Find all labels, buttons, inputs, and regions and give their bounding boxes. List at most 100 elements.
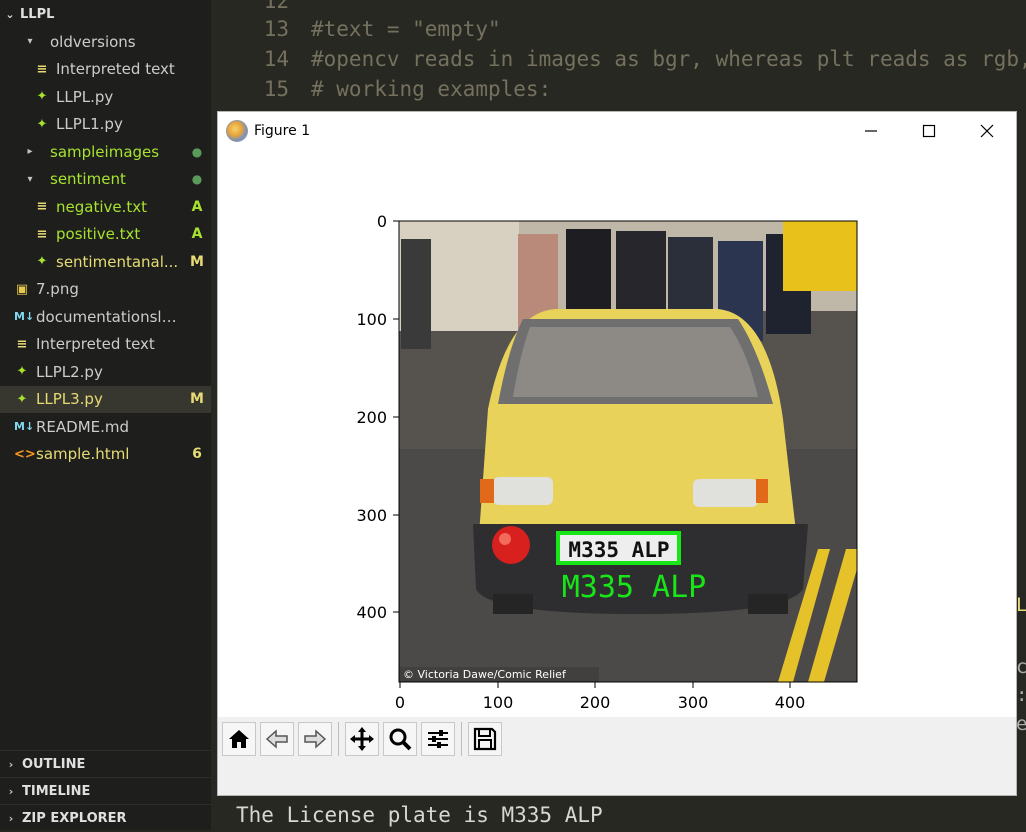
x-tick-label: 200 <box>580 693 611 712</box>
timeline-section[interactable]: › TIMELINE <box>0 777 211 805</box>
tree-item-label: LLPL.py <box>56 87 114 106</box>
git-status-badge: A <box>191 226 203 242</box>
chevron-down-icon[interactable]: ▾ <box>24 36 36 47</box>
y-tick-label: 400 <box>356 603 387 622</box>
x-axis: 0 100 200 300 400 <box>395 682 805 712</box>
zip-explorer-label: ZIP EXPLORER <box>22 811 127 826</box>
tree-item-label: LLPL3.py <box>36 390 103 408</box>
git-status-badge: A <box>191 198 203 215</box>
y-tick-label: 100 <box>356 310 387 329</box>
detected-plate-text: M335 ALP <box>562 570 707 605</box>
git-status-badge: M <box>190 391 204 407</box>
tree-item-label: sample.html <box>36 445 130 463</box>
python-icon: ✦ <box>36 89 48 104</box>
zip-explorer-section[interactable]: › ZIP EXPLORER <box>0 804 211 832</box>
tree-item-label: Interpreted text <box>36 335 155 353</box>
git-status-badge: ● <box>191 144 203 159</box>
tree-file[interactable]: <> sample.html 6 <box>0 441 211 468</box>
maximize-button[interactable] <box>900 112 958 149</box>
chevron-down-icon[interactable]: ▾ <box>24 174 36 185</box>
tree-folder[interactable]: ▸ sampleimages ● <box>0 138 211 165</box>
close-button[interactable] <box>958 112 1016 149</box>
plot-area[interactable]: M335 ALP M335 ALP © Victoria Dawe/Comic … <box>218 149 1016 716</box>
tree-file[interactable]: M↓ README.md <box>0 413 211 440</box>
tree-file[interactable]: ≡ Interpreted text <box>0 56 211 83</box>
tree-item-label: LLPL1.py <box>56 115 123 133</box>
edge-char: c <box>1016 656 1026 678</box>
line-number: 12 <box>263 0 289 13</box>
toolbar-separator <box>338 722 339 756</box>
zoom-button[interactable] <box>383 722 417 756</box>
chevron-right-icon: › <box>8 812 14 825</box>
tree-folder[interactable]: ▾ sentiment ● <box>0 166 211 193</box>
edge-char: : <box>1016 684 1026 706</box>
y-tick-label: 0 <box>377 212 387 231</box>
maximize-icon <box>922 124 936 137</box>
outline-section[interactable]: › OUTLINE <box>0 750 211 778</box>
configure-subplots-icon <box>428 730 448 748</box>
forward-button[interactable] <box>298 722 332 756</box>
edge-char: e <box>1016 713 1026 735</box>
tree-item-label: negative.txt <box>56 197 148 216</box>
python-icon: ✦ <box>16 364 28 379</box>
chevron-down-icon: ⌄ <box>5 7 15 21</box>
toolbar-separator <box>461 722 462 756</box>
y-tick-label: 200 <box>356 408 387 427</box>
figure-title: Figure 1 <box>254 122 311 139</box>
back-icon <box>265 729 288 749</box>
line-number: 13 <box>263 17 289 41</box>
python-icon: ✦ <box>36 116 48 132</box>
x-tick-label: 400 <box>775 693 806 712</box>
terminal-output: The License plate is M335 ALP <box>236 803 603 827</box>
chevron-right-icon[interactable]: ▸ <box>24 146 36 157</box>
tree-file[interactable]: ✦ LLPL3.py M <box>0 385 211 413</box>
forward-icon <box>304 729 327 749</box>
image-icon: ▣ <box>15 281 29 297</box>
tree-item-label: 7.png <box>36 280 79 298</box>
tree-file[interactable]: ≡ Interpreted text <box>0 331 211 358</box>
tree-file[interactable]: ✦ LLPL2.py <box>0 358 211 385</box>
tree-file[interactable]: ≡ negative.txt A <box>0 193 211 220</box>
tree-file[interactable]: ✦ LLPL.py <box>0 83 211 110</box>
minimize-icon <box>865 129 877 132</box>
line-number: 15 <box>263 77 289 101</box>
x-tick-label: 0 <box>395 693 405 712</box>
explorer-sidebar: ⌄ LLPL ▾ oldversions ≡ Interpreted text ✦ LLP… <box>0 0 211 830</box>
python-icon: ✦ <box>36 254 48 269</box>
x-tick-label: 300 <box>678 693 709 712</box>
home-button[interactable] <box>222 722 256 756</box>
configure-subplots-button[interactable] <box>421 722 455 756</box>
tree-file[interactable]: ✦ sentimentanal... M <box>0 248 211 275</box>
html-icon: <> <box>14 446 36 462</box>
tree-item-label: positive.txt <box>56 225 141 243</box>
code-line: 14 #opencv reads in images as bgr, wherea… <box>211 44 1026 74</box>
code-line: 15 # working examples: <box>211 74 552 104</box>
tree-file[interactable]: M↓documentationslashb... <box>0 303 211 330</box>
git-status-badge: ● <box>191 172 203 186</box>
root-folder-label: LLPL <box>20 6 55 22</box>
minimize-button[interactable] <box>842 112 900 149</box>
back-button[interactable] <box>260 722 294 756</box>
markdown-icon: M↓ <box>14 310 35 323</box>
chevron-right-icon: › <box>8 785 14 798</box>
photo-image <box>399 221 857 682</box>
zoom-icon <box>389 728 412 751</box>
y-tick-label: 300 <box>356 506 387 525</box>
text-file-icon: ≡ <box>36 199 48 214</box>
pan-button[interactable] <box>345 722 379 756</box>
line-number: 14 <box>263 47 289 71</box>
figure-window[interactable]: Figure 1 M335 ALP M335 ALP © Victoria Da… <box>217 111 1017 796</box>
git-status-badge: M <box>190 253 204 270</box>
y-axis: 0 100 200 300 400 <box>356 212 399 622</box>
code-line: 13 #text = "empty" <box>211 14 501 44</box>
save-button[interactable] <box>468 722 502 756</box>
save-icon <box>473 727 497 751</box>
tree-file[interactable]: ▣ 7.png <box>0 276 211 303</box>
tree-file[interactable]: ✦ LLPL1.py <box>0 111 211 138</box>
explorer-root-header[interactable]: ⌄ LLPL <box>0 0 211 28</box>
tree-item-label: Interpreted text <box>56 60 175 78</box>
tree-file[interactable]: ≡ positive.txt A <box>0 221 211 248</box>
tree-item-label: README.md <box>36 417 130 436</box>
tree-item-label: LLPL2.py <box>36 362 103 381</box>
tree-folder[interactable]: ▾ oldversions <box>0 28 211 55</box>
